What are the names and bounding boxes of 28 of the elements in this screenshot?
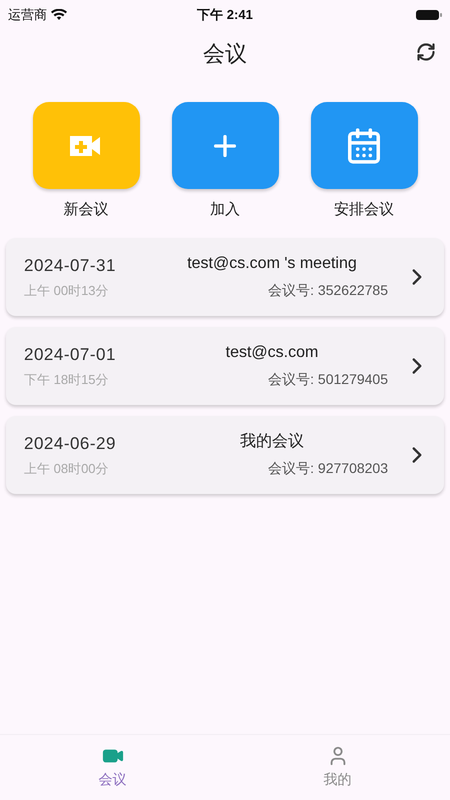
meeting-card[interactable]: 2024-07-31 上午 00时13分 test@cs.com 's meeting 会议号: 352622785 (6, 238, 444, 316)
meeting-time: 下午 18时15分 (24, 370, 110, 388)
meeting-card[interactable]: 2024-07-01 下午 18时15分 test@cs.com 会议号: 501279405 (6, 326, 444, 404)
meeting-time: 上午 08时00分 (24, 460, 110, 478)
action-label: 安排会议 (334, 200, 394, 220)
meeting-number: 会议号: 501279405 (268, 370, 389, 389)
status-time: 下午 2:41 (197, 6, 253, 24)
meeting-time: 上午 00时13分 (24, 282, 110, 300)
meeting-card[interactable]: 2024-06-29 上午 08时00分 我的会议 会议号: 927708203 (6, 416, 444, 494)
action-button[interactable] (310, 102, 418, 189)
meeting-date: 2024-07-31 (24, 255, 117, 277)
action-button[interactable] (32, 102, 140, 189)
battery-icon (416, 9, 442, 21)
action-button[interactable] (172, 102, 278, 189)
carrier-name: 运营商 (8, 6, 47, 24)
page-title: 会议 (203, 40, 247, 68)
meeting-title: test@cs.com 's meeting (187, 254, 357, 274)
tab[interactable]: 会议 (0, 735, 225, 800)
meeting-title: 我的会议 (240, 432, 304, 452)
meeting-number: 会议号: 352622785 (268, 281, 389, 300)
action-label: 新会议 (64, 200, 108, 220)
meeting-number: 会议号: 927708203 (268, 459, 389, 478)
meeting-title: test@cs.com (226, 343, 318, 363)
meeting-date: 2024-06-29 (24, 433, 117, 455)
action-label: 加入 (210, 200, 240, 220)
calendar-icon (345, 126, 383, 164)
meeting-date: 2024-07-01 (24, 344, 117, 366)
wifi-icon (51, 9, 67, 21)
